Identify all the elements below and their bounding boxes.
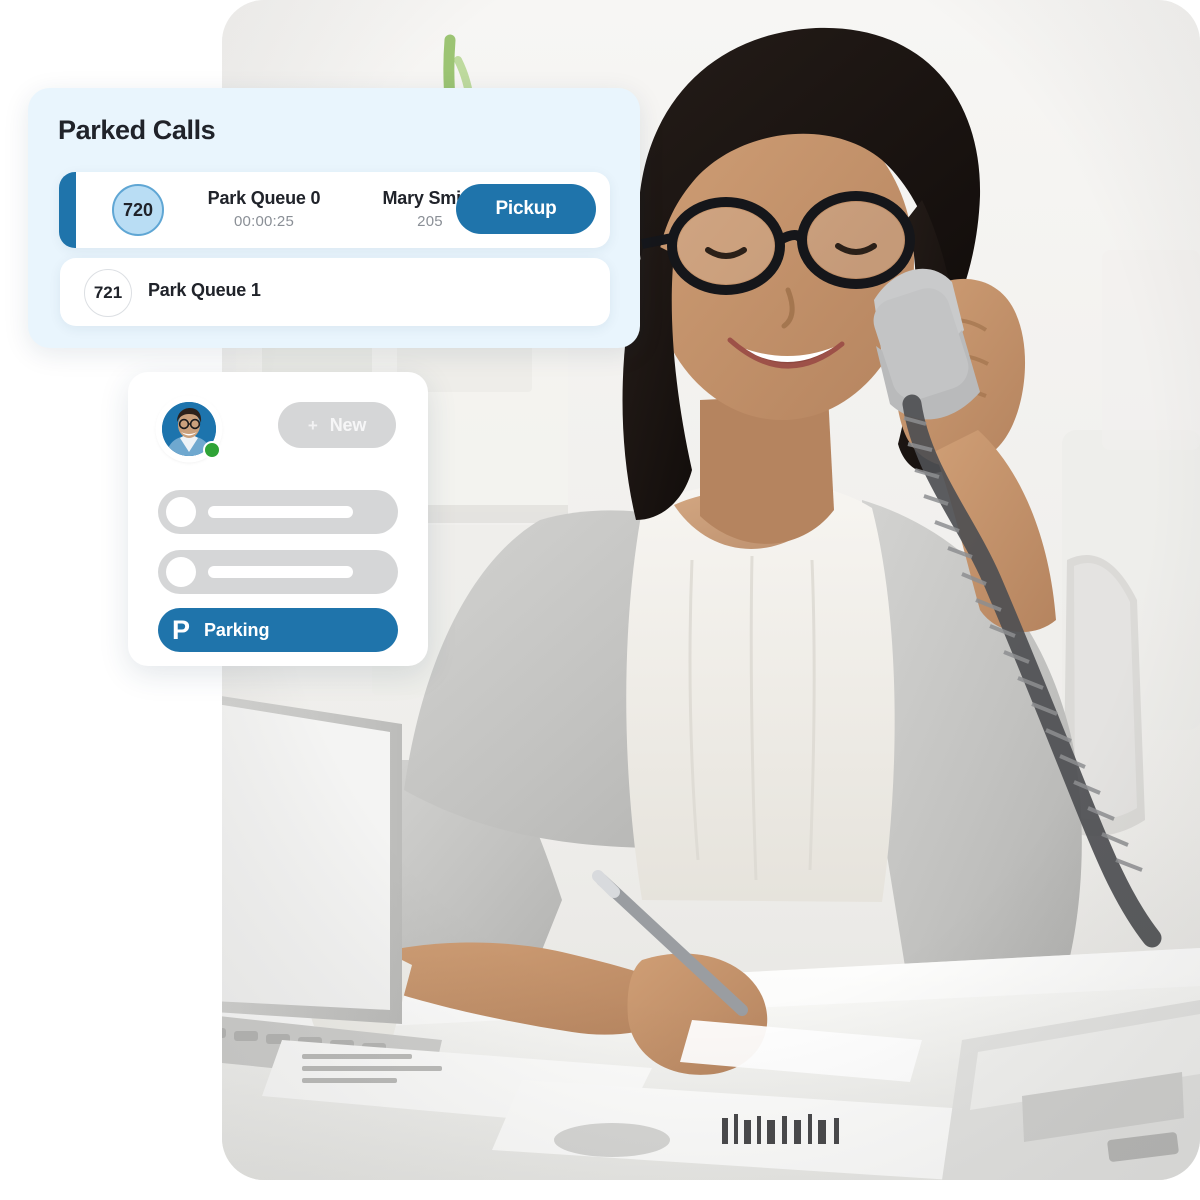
new-button-label: New	[329, 414, 367, 435]
avatar[interactable]	[158, 398, 221, 460]
placeholder-avatar-icon	[166, 557, 196, 587]
screenshot-root: Parked Calls 720 Park Queue 0 00:00:25 M…	[0, 0, 1200, 1200]
park-queue-label: Park Queue 1	[148, 280, 261, 300]
parked-extension-badge: 721	[84, 269, 132, 317]
parked-extension-badge: 720	[112, 184, 164, 236]
list-item[interactable]	[158, 550, 398, 594]
park-queue-label: Park Queue 0	[207, 188, 321, 208]
active-call-accent-bar	[59, 172, 76, 248]
pickup-button[interactable]: Pickup	[456, 184, 596, 234]
table-row[interactable]: 720 Park Queue 0 00:00:25 Mary Smith 205…	[59, 172, 610, 248]
placeholder-text-bar	[208, 506, 353, 518]
parked-calls-card: Parked Calls 720 Park Queue 0 00:00:25 M…	[28, 88, 640, 348]
parking-button[interactable]: P Parking	[158, 608, 398, 652]
softphone-card: + New P Parking	[128, 372, 428, 666]
plus-icon: +	[307, 415, 318, 435]
park-duration-timer: 00:00:25	[234, 213, 294, 230]
park-queue-column: Park Queue 0 00:00:25	[174, 188, 354, 230]
parking-p-icon: P	[172, 614, 191, 645]
placeholder-text-bar	[208, 566, 353, 578]
list-item[interactable]	[158, 490, 398, 534]
page-title: Parked Calls	[58, 115, 216, 145]
new-call-button[interactable]: + New	[278, 402, 396, 448]
parking-button-label: Parking	[204, 619, 270, 640]
presence-online-indicator	[203, 441, 221, 459]
placeholder-avatar-icon	[166, 497, 196, 527]
table-row[interactable]: 721 Park Queue 1	[60, 258, 610, 326]
